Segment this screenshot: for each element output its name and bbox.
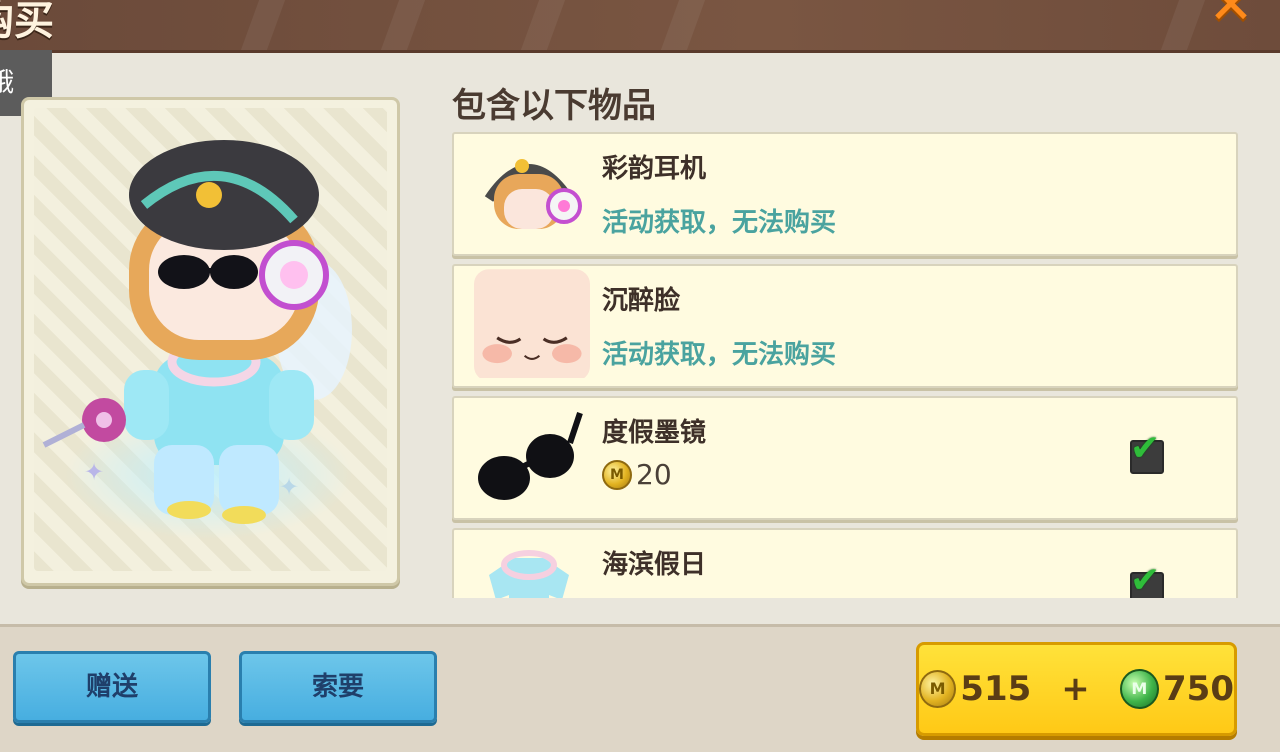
gift-button[interactable]: 赠送: [13, 651, 211, 723]
buy-button[interactable]: M 515 + M 750: [916, 642, 1237, 736]
svg-text:✦: ✦: [279, 473, 299, 501]
svg-text:✦: ✦: [84, 458, 104, 486]
header-stripe: [520, 0, 566, 50]
page-title: 购买: [0, 0, 54, 44]
section-title: 包含以下物品: [452, 86, 656, 126]
checkmark-icon: ✔: [1130, 428, 1161, 469]
list-item[interactable]: 度假墨镜 M 20 ✔: [452, 396, 1238, 520]
item-name: 度假墨镜: [602, 418, 707, 448]
avatar-preview-card: ✦ ✦: [21, 97, 400, 586]
top-bar: 购买: [0, 0, 1280, 53]
headphones-icon: [484, 159, 582, 229]
close-icon: ✕: [1208, 0, 1254, 36]
list-item[interactable]: 彩韵耳机 活动获取，无法购买: [452, 132, 1238, 256]
item-price-value: 20: [636, 458, 672, 491]
buy-coin-amount: 515: [960, 669, 1032, 709]
checkmark-icon: ✔: [1130, 560, 1161, 598]
list-item[interactable]: 沉醉脸 活动获取，无法购买: [452, 264, 1238, 388]
item-name: 彩韵耳机: [602, 154, 707, 184]
gem-icon: M: [1119, 669, 1160, 709]
sunglasses-icon: [478, 412, 583, 500]
header-stripe: [380, 0, 426, 50]
list-item[interactable]: 海滨假日 ✔: [452, 528, 1238, 598]
header-stripe: [660, 0, 706, 50]
coin-icon: M: [919, 670, 957, 708]
item-status: 活动获取，无法购买: [602, 208, 837, 238]
item-list[interactable]: 彩韵耳机 活动获取，无法购买 沉醉脸 活动获取，无法购买 度假墨镜 M 20 ✔: [452, 130, 1238, 598]
request-button[interactable]: 索要: [239, 651, 437, 723]
header-stripe: [240, 0, 286, 50]
item-checkbox[interactable]: ✔: [1130, 560, 1164, 598]
close-button[interactable]: ✕: [1196, 0, 1266, 32]
face-icon: [474, 269, 590, 378]
plus-sign: +: [1061, 669, 1090, 709]
avatar-preview: ✦ ✦: [42, 140, 352, 524]
item-name: 海滨假日: [602, 550, 707, 580]
item-checkbox[interactable]: ✔: [1130, 428, 1164, 474]
item-price: M 20: [602, 458, 672, 491]
item-status: 活动获取，无法购买: [602, 340, 837, 370]
item-name: 沉醉脸: [602, 286, 681, 316]
coin-icon: M: [602, 459, 632, 490]
buy-gem-amount: 750: [1163, 669, 1234, 709]
shirt-icon: [489, 550, 569, 598]
